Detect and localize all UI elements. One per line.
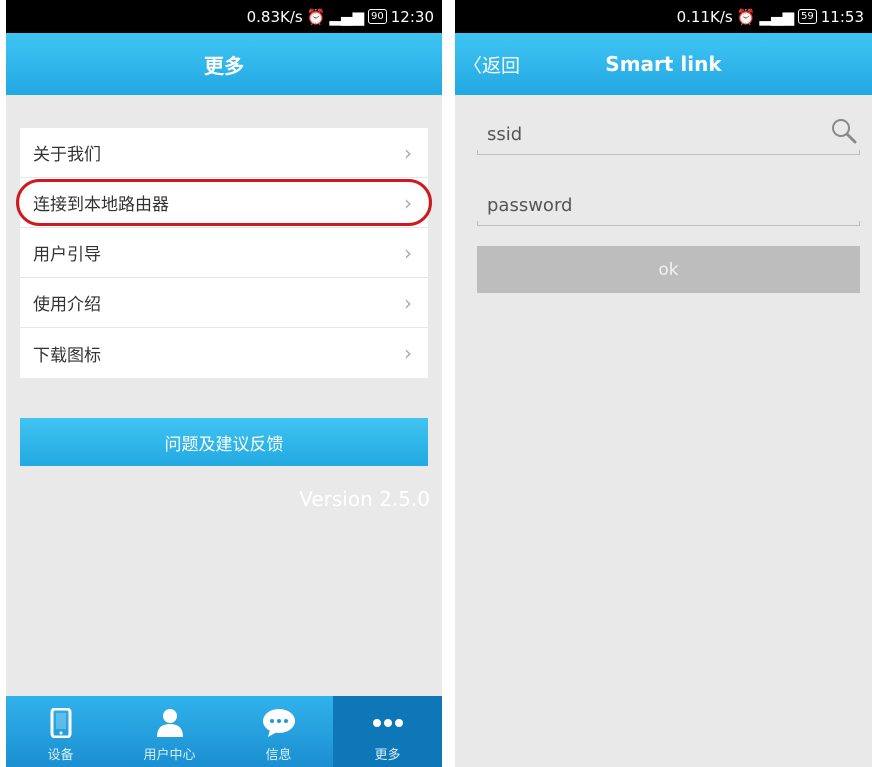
chevron-right-icon: ›: [404, 140, 412, 165]
alarm-icon: ⏰: [306, 7, 326, 26]
menu-item-usage-intro[interactable]: 使用介绍 ›: [20, 278, 428, 328]
menu-item-label: 用户引导: [33, 245, 101, 265]
password-input[interactable]: password: [477, 186, 860, 226]
menu-item-download-icon[interactable]: 下载图标 ›: [20, 328, 428, 378]
search-icon[interactable]: [830, 117, 858, 150]
page-title: Smart link: [605, 52, 722, 76]
menu-item-label: 使用介绍: [33, 295, 101, 315]
chevron-right-icon: ›: [404, 290, 412, 315]
tab-label: 设备: [47, 748, 74, 763]
version-label: Version 2.5.0: [299, 487, 430, 511]
more-screen: 0.83K/s ⏰ ▂▄▆ 90 12:30 更多 关于我们 › 连接到本地路由…: [6, 0, 442, 767]
tab-user-center[interactable]: 用户中心: [115, 696, 224, 767]
tab-messages[interactable]: 信息: [224, 696, 333, 767]
ssid-placeholder: ssid: [487, 124, 523, 145]
battery-icon: 59: [798, 9, 817, 24]
menu-item-label: 关于我们: [33, 145, 101, 165]
clock: 12:30: [390, 7, 434, 26]
ok-button[interactable]: ok: [477, 246, 860, 293]
tab-label: 用户中心: [143, 748, 196, 763]
signal-icon: ▂▄▆: [329, 7, 365, 26]
password-placeholder: password: [487, 195, 573, 216]
ssid-input[interactable]: ssid: [477, 115, 860, 155]
bottom-tab-bar: 设备 用户中心 信息 更多: [6, 696, 442, 767]
status-bar: 0.11K/s ⏰ ▂▄▆ 59 11:53: [455, 0, 872, 33]
network-speed: 0.11K/s: [676, 7, 733, 26]
back-button[interactable]: 〈 返回: [463, 33, 520, 95]
back-label: 返回: [482, 54, 521, 77]
title-bar: 〈 返回 Smart link: [455, 33, 872, 95]
phone-icon: [50, 706, 72, 740]
menu-item-user-guide[interactable]: 用户引导 ›: [20, 228, 428, 278]
settings-menu: 关于我们 › 连接到本地路由器 › 用户引导 › 使用介绍 › 下载图标 ›: [16, 128, 432, 378]
signal-icon: ▂▄▆: [759, 7, 795, 26]
tab-more[interactable]: 更多: [333, 696, 442, 767]
tab-label: 更多: [374, 748, 401, 763]
tab-devices[interactable]: 设备: [6, 696, 115, 767]
chevron-right-icon: ›: [404, 240, 412, 265]
menu-item-connect-router[interactable]: 连接到本地路由器 ›: [16, 178, 432, 228]
user-icon: [155, 706, 185, 740]
chevron-right-icon: ›: [404, 190, 412, 215]
menu-item-label: 下载图标: [33, 345, 101, 366]
page-title: 更多: [6, 33, 442, 95]
network-speed: 0.83K/s: [246, 7, 303, 26]
chevron-right-icon: ›: [404, 341, 412, 365]
chat-icon: [262, 706, 296, 740]
clock: 11:53: [820, 7, 864, 26]
feedback-button[interactable]: 问题及建议反馈: [20, 418, 428, 466]
battery-icon: 90: [368, 9, 387, 24]
status-bar: 0.83K/s ⏰ ▂▄▆ 90 12:30: [6, 0, 442, 33]
menu-item-label: 连接到本地路由器: [33, 195, 169, 215]
chevron-left-icon: 〈: [463, 54, 483, 77]
alarm-icon: ⏰: [736, 7, 756, 26]
tab-label: 信息: [265, 748, 292, 763]
smart-link-screen: 0.11K/s ⏰ ▂▄▆ 59 11:53 〈 返回 Smart link s…: [455, 0, 872, 767]
more-icon: [371, 706, 405, 740]
menu-item-about[interactable]: 关于我们 ›: [20, 128, 428, 178]
